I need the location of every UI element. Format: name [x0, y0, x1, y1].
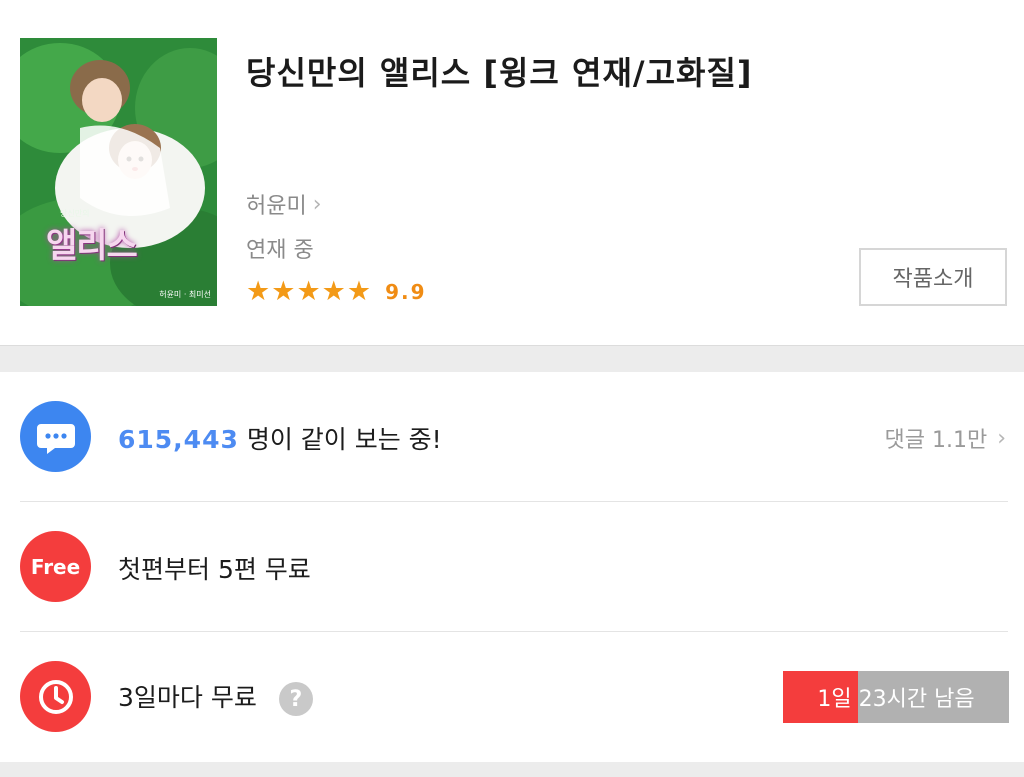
work-intro-button[interactable]: 작품소개 [859, 248, 1007, 306]
author-name: 허윤미 [246, 194, 307, 219]
info-list: 615,443 명이 같이 보는 중! 댓글 1.1만 › Free 첫편부터 … [0, 372, 1024, 762]
clock-icon [20, 661, 91, 732]
cover-title-art: 앨리스 [46, 226, 138, 266]
comments-link[interactable]: 댓글 1.1만 › [884, 422, 1006, 454]
free-badge-label: Free [30, 554, 81, 579]
star-icon: ★ [246, 276, 271, 307]
star-rating: ★ ★ ★ ★ ★ [246, 278, 371, 305]
wait-free-text: 3일마다 무료? [118, 678, 313, 716]
serialization-status: 연재 중 [246, 238, 314, 263]
rating: ★ ★ ★ ★ ★ 9.9 [246, 278, 427, 305]
wait-free-label: 3일마다 무료 [118, 683, 257, 712]
viewer-count: 615,443 [118, 425, 239, 454]
work-header: 당신만의 앨리스 허윤미 · 최미선 당신만의 앨리스 [윙크 연재/고화질] … [0, 0, 1024, 346]
rating-score: 9.9 [385, 279, 427, 304]
viewers-text: 615,443 명이 같이 보는 중! [118, 420, 442, 456]
cover-image[interactable]: 당신만의 앨리스 허윤미 · 최미선 [20, 38, 217, 306]
free-first-text: 첫편부터 5편 무료 [118, 555, 311, 584]
cover-authors: 허윤미 · 최미선 [159, 290, 211, 299]
free-badge-icon: Free [20, 531, 91, 602]
star-icon: ★ [346, 276, 372, 307]
timer-label: 1일 23시간 남음 [817, 687, 975, 712]
author-link[interactable]: 허윤미 › [246, 188, 322, 220]
wait-free-row: 3일마다 무료? 1일 23시간 남음 [0, 632, 1024, 762]
comments-label: 댓글 1.1만 [884, 428, 988, 453]
work-title: 당신만의 앨리스 [윙크 연재/고화질] [246, 54, 753, 92]
help-icon[interactable]: ? [278, 682, 313, 716]
chat-bubble-icon [20, 401, 91, 472]
chevron-right-icon: › [997, 425, 1006, 451]
viewer-suffix: 명이 같이 보는 중! [238, 425, 442, 454]
free-first-row: Free 첫편부터 5편 무료 [0, 502, 1024, 632]
chevron-right-icon: › [312, 191, 322, 217]
viewers-row[interactable]: 615,443 명이 같이 보는 중! 댓글 1.1만 › [0, 372, 1024, 502]
star-icon: ★ [296, 276, 321, 307]
wait-free-timer: 1일 23시간 남음 [783, 671, 1009, 723]
star-icon: ★ [271, 276, 296, 307]
star-icon: ★ [321, 276, 346, 307]
